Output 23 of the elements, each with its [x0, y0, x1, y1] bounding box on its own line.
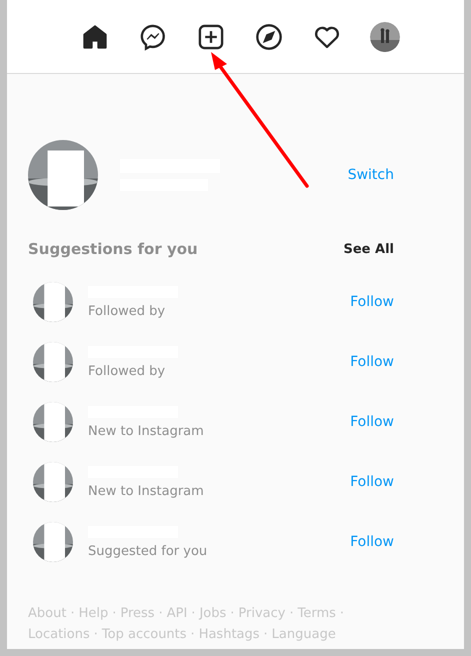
separator-dot: · — [94, 627, 98, 642]
separator-dot: · — [191, 606, 196, 621]
separator-dot: · — [70, 606, 75, 621]
suggestion-subtitle: Followed by — [88, 364, 166, 378]
follow-link[interactable]: Follow — [350, 294, 394, 310]
separator-dot: · — [264, 627, 268, 642]
follow-link[interactable]: Follow — [350, 414, 394, 430]
separator-dot: · — [340, 606, 344, 621]
switch-link[interactable]: Switch — [348, 167, 394, 183]
follow-link[interactable]: Follow — [350, 534, 394, 550]
suggestion-subtitle: New to Instagram — [88, 484, 204, 498]
separator-dot: · — [289, 606, 294, 621]
section-title: Suggestions for you — [28, 240, 198, 258]
follow-link[interactable]: Follow — [350, 474, 394, 490]
separator-dot: · — [112, 606, 116, 621]
follow-link[interactable]: Follow — [350, 354, 394, 370]
suggestion-subtitle: New to Instagram — [88, 424, 204, 438]
see-all-link[interactable]: See All — [344, 242, 394, 256]
suggestion-subtitle: Suggested for you — [88, 544, 208, 558]
separator-dot: · — [190, 627, 195, 642]
separator-dot: · — [230, 606, 234, 621]
separator-dot: · — [158, 606, 163, 621]
suggestion-subtitle: Followed by — [88, 304, 166, 318]
